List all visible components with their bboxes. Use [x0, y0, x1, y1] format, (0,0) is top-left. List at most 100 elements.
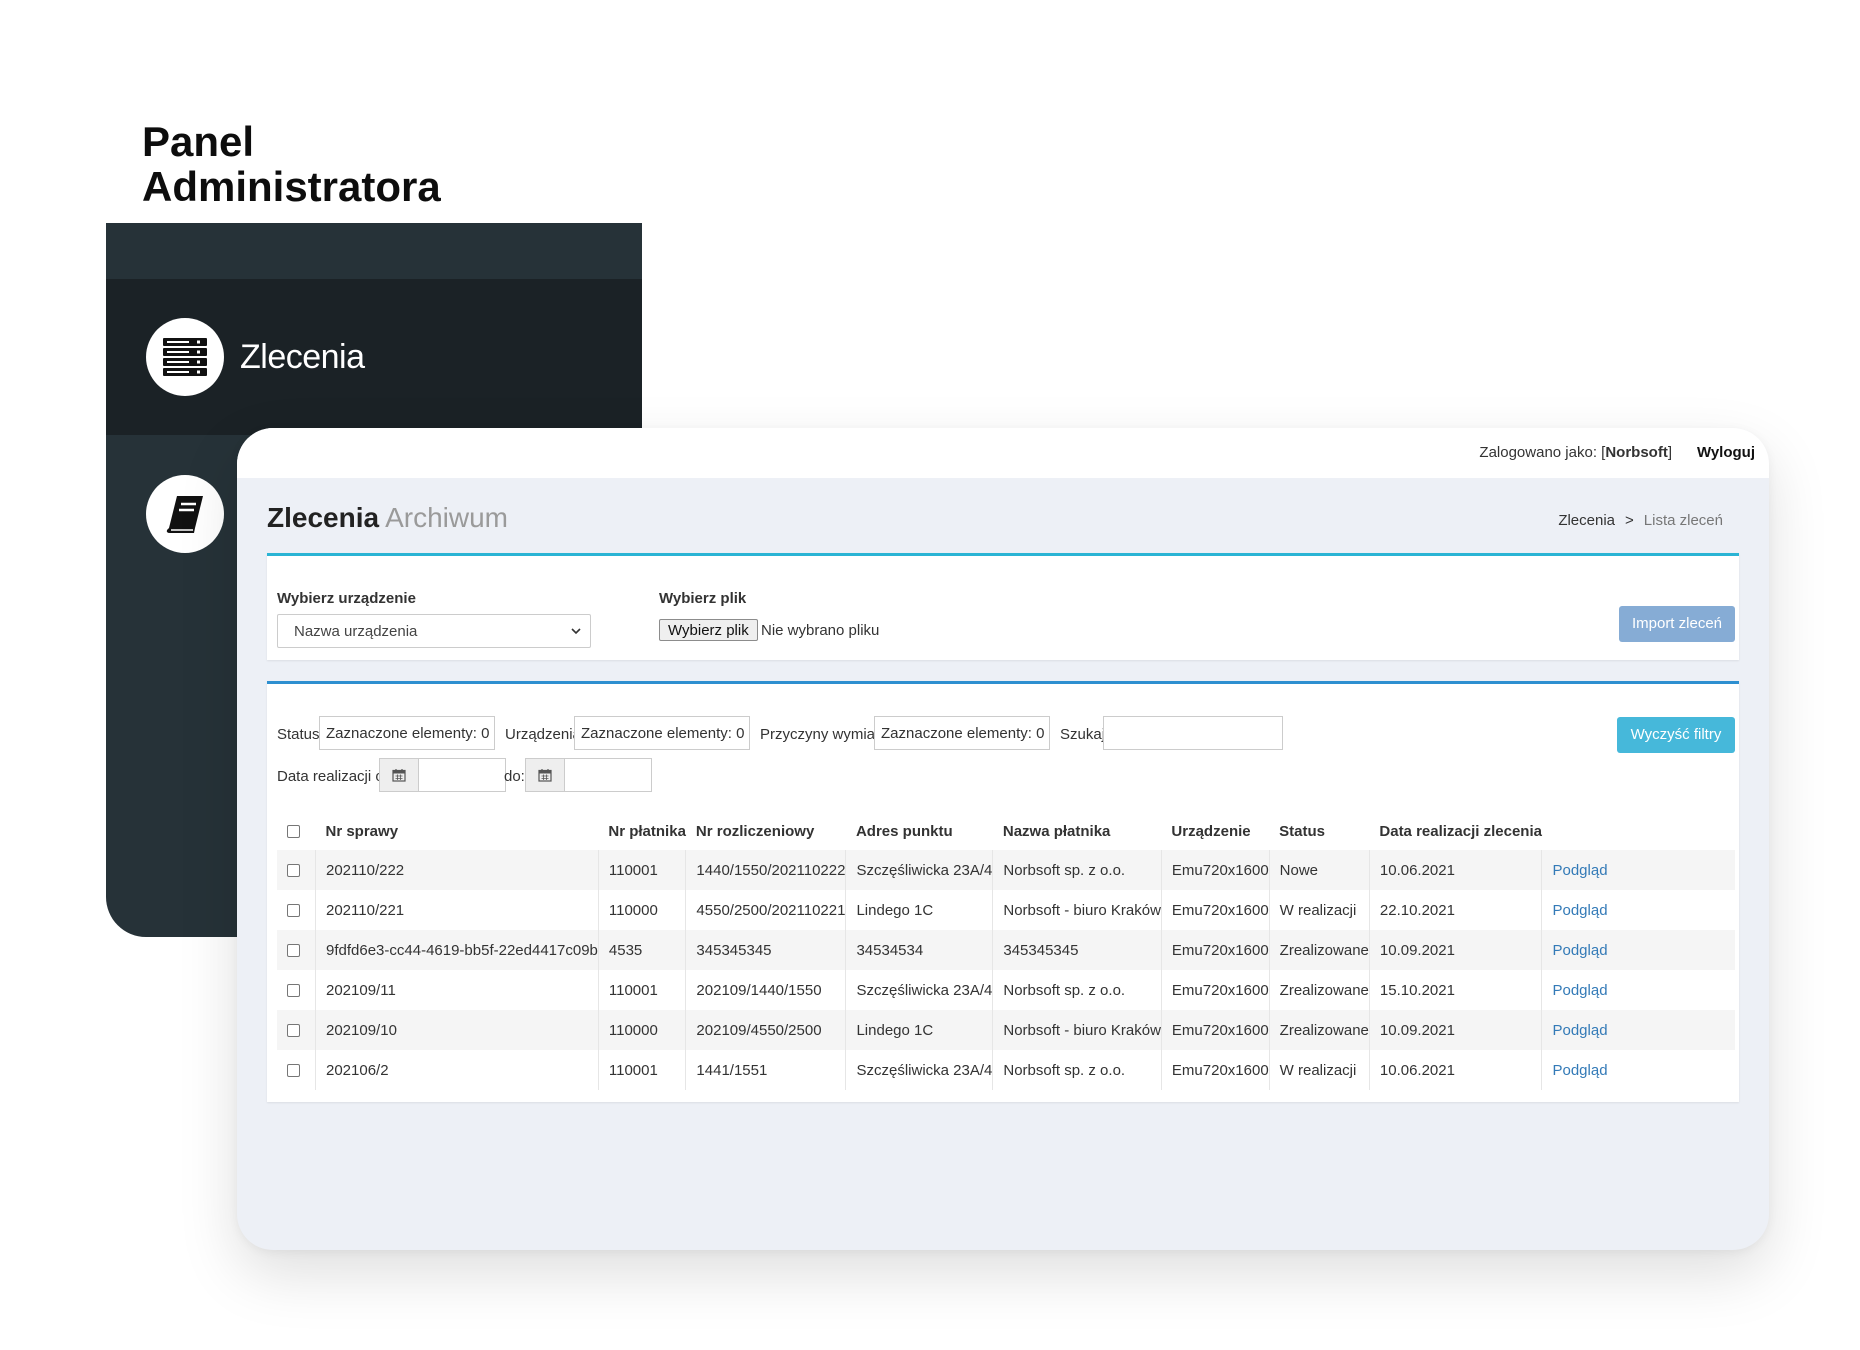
orders-list-panel: Status: Zaznaczone elementy: 0 Urządzeni…	[267, 681, 1739, 1102]
table-cell: 202110/221	[315, 890, 599, 930]
preview-link[interactable]: Podgląd	[1541, 890, 1735, 930]
calendar-icon[interactable]	[379, 758, 419, 792]
table-cell: 1441/1551	[685, 1050, 846, 1090]
clear-filters-button[interactable]: Wyczyść filtry	[1617, 717, 1735, 753]
admin-title-line2: Administratora	[142, 163, 441, 210]
table-cell: 4550/2500/202110221	[685, 890, 846, 930]
table-cell: 9fdfd6e3-cc44-4619-bb5f-22ed4417c09b	[315, 930, 599, 970]
chevron-down-icon	[570, 624, 582, 641]
orders-window: Zalogowano jako: [Norbsoft] Wyloguj Zlec…	[237, 428, 1769, 1250]
import-orders-button[interactable]: Import zleceń	[1619, 606, 1735, 642]
table-cell: 22.10.2021	[1368, 890, 1542, 930]
preview-link[interactable]: Podgląd	[1541, 970, 1735, 1010]
column-header[interactable]: Nr rozliczeniowy	[686, 812, 846, 850]
table-cell: 4535	[597, 930, 686, 970]
table-cell: Emu720x1600	[1160, 890, 1270, 930]
table-cell: 202106/2	[315, 1050, 599, 1090]
row-checkbox[interactable]	[287, 944, 300, 958]
table-cell: W realizacji	[1268, 1050, 1370, 1090]
breadcrumb: Zlecenia > Lista zleceń	[1558, 512, 1723, 529]
device-select[interactable]: Nazwa urządzenia	[277, 614, 591, 648]
page-title-archive-link[interactable]: Archiwum	[385, 502, 508, 533]
table-cell: 1440/1550/202110222	[685, 850, 846, 890]
table-cell: Emu720x1600	[1160, 970, 1270, 1010]
table-cell: Emu720x1600	[1160, 930, 1270, 970]
orders-table: Nr sprawy Nr płatnika Nr rozliczeniowy A…	[277, 812, 1735, 1090]
date-to-label: do:	[504, 768, 525, 785]
import-panel: Wybierz urządzenie Nazwa urządzenia Wybi…	[267, 553, 1739, 660]
logged-username: Norbsoft	[1605, 444, 1668, 461]
table-cell: Norbsoft - biuro Kraków	[992, 890, 1162, 930]
breadcrumb-zlecenia[interactable]: Zlecenia	[1558, 512, 1615, 529]
select-all-cell	[277, 812, 316, 850]
table-cell: 202110/222	[315, 850, 599, 890]
preview-link[interactable]: Podgląd	[1541, 1050, 1735, 1090]
top-bar: Zalogowano jako: [Norbsoft] Wyloguj	[237, 428, 1769, 478]
table-row: 202106/2 110001 1441/1551 Szczęśliwicka 23A…	[277, 1050, 1735, 1090]
table-cell: 345345345	[992, 930, 1162, 970]
table-cell: 15.10.2021	[1368, 970, 1542, 1010]
row-checkbox[interactable]	[287, 1024, 300, 1038]
reasons-filter[interactable]: Zaznaczone elementy: 0	[874, 716, 1050, 750]
column-header[interactable]: Status	[1269, 812, 1369, 850]
row-checkbox[interactable]	[287, 984, 300, 998]
breadcrumb-separator: >	[1625, 512, 1634, 529]
admin-panel-title: Panel Administratora	[142, 119, 441, 209]
logout-link[interactable]: Wyloguj	[1697, 444, 1755, 461]
table-cell: Lindego 1C	[845, 890, 993, 930]
column-header[interactable]: Nr sprawy	[316, 812, 599, 850]
table-cell: 110001	[597, 1050, 686, 1090]
choose-file-button[interactable]: Wybierz plik	[659, 619, 758, 641]
server-list-icon	[146, 318, 224, 396]
table-cell: Nowe	[1268, 850, 1370, 890]
status-filter-label: Status:	[277, 726, 324, 743]
row-select-cell	[277, 1050, 316, 1090]
breadcrumb-current: Lista zleceń	[1643, 512, 1723, 529]
column-header[interactable]: Nr płatnika	[598, 812, 686, 850]
table-cell: Emu720x1600	[1160, 1010, 1270, 1050]
device-select-label: Wybierz urządzenie	[277, 590, 416, 607]
logged-user-info: Zalogowano jako: [Norbsoft]	[1479, 444, 1672, 461]
table-cell: 34534534	[845, 930, 993, 970]
column-header[interactable]: Urządzenie	[1161, 812, 1269, 850]
devices-filter[interactable]: Zaznaczone elementy: 0	[574, 716, 750, 750]
preview-link[interactable]: Podgląd	[1541, 1010, 1735, 1050]
row-checkbox[interactable]	[287, 864, 300, 878]
table-row: 202110/222 110001 1440/1550/202110222 Szczę…	[277, 850, 1735, 890]
select-all-checkbox[interactable]	[287, 825, 300, 839]
calendar-icon[interactable]	[525, 758, 565, 792]
table-cell: Zrealizowane	[1268, 970, 1370, 1010]
row-select-cell	[277, 970, 316, 1010]
search-input[interactable]	[1103, 716, 1283, 750]
table-row: 9fdfd6e3-cc44-4619-bb5f-22ed4417c09b 4535…	[277, 930, 1735, 970]
table-cell: Zrealizowane	[1268, 930, 1370, 970]
table-cell: 10.06.2021	[1368, 1050, 1542, 1090]
sidebar-item-zlecenia[interactable]: Zlecenia	[146, 318, 365, 396]
column-header[interactable]: Data realizacji zlecenia	[1369, 812, 1542, 850]
table-cell: Szczęśliwicka 23A/4	[845, 1050, 993, 1090]
column-header[interactable]: Nazwa płatnika	[993, 812, 1162, 850]
date-from-input[interactable]	[418, 758, 506, 792]
row-select-cell	[277, 930, 316, 970]
table-cell: 202109/4550/2500	[685, 1010, 846, 1050]
table-cell: 110000	[597, 1010, 686, 1050]
table-cell: 110001	[597, 970, 686, 1010]
page-title: Zlecenia Archiwum	[267, 502, 508, 534]
table-cell: 202109/11	[315, 970, 599, 1010]
table-cell: 10.09.2021	[1368, 930, 1542, 970]
preview-link[interactable]: Podgląd	[1541, 930, 1735, 970]
sidebar-item-book[interactable]	[146, 475, 224, 553]
logged-prefix: Zalogowano jako: [	[1479, 444, 1606, 461]
column-header[interactable]: Adres punktu	[846, 812, 993, 850]
table-row: 202109/10 110000 202109/4550/2500 Lindego 1…	[277, 1010, 1735, 1050]
date-to-input[interactable]	[564, 758, 652, 792]
table-cell: Szczęśliwicka 23A/4	[845, 850, 993, 890]
table-cell: Norbsoft sp. z o.o.	[992, 970, 1162, 1010]
table-cell: Szczęśliwicka 23A/4	[845, 970, 993, 1010]
row-checkbox[interactable]	[287, 904, 300, 918]
row-checkbox[interactable]	[287, 1064, 300, 1078]
status-filter[interactable]: Zaznaczone elementy: 0	[319, 716, 495, 750]
table-row: 202109/11 110001 202109/1440/1550 Szczęśliw…	[277, 970, 1735, 1010]
file-label: Wybierz plik	[659, 590, 747, 607]
preview-link[interactable]: Podgląd	[1541, 850, 1735, 890]
